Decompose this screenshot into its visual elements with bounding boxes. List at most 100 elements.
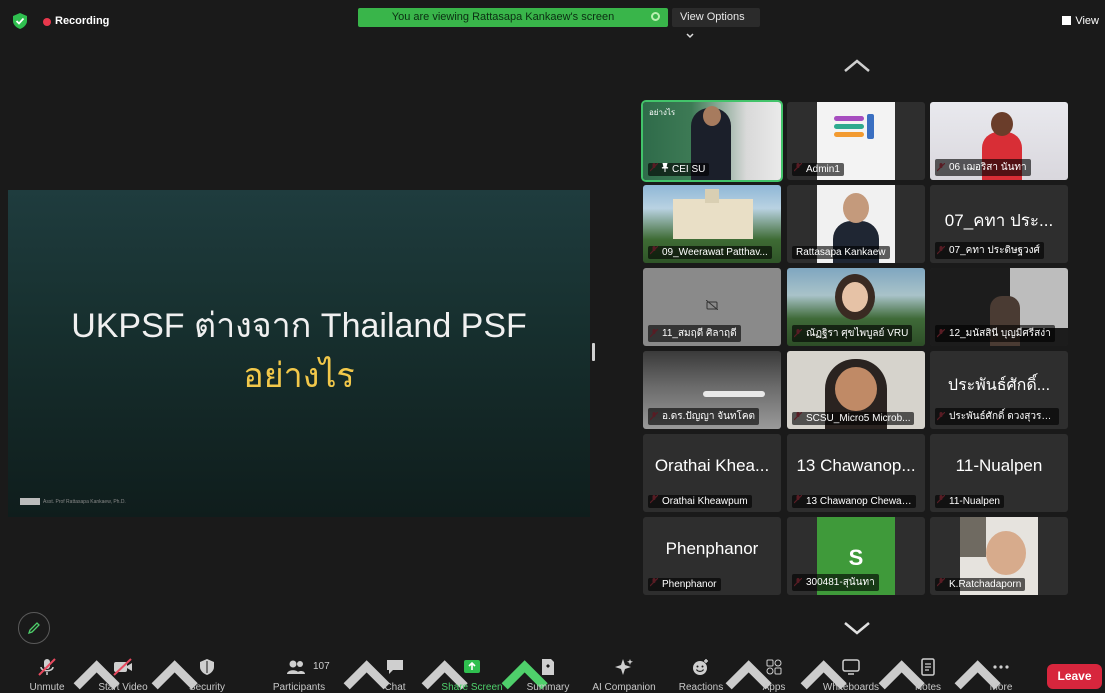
- participant-video: [843, 193, 869, 223]
- participant-tile[interactable]: 09_Weerawat Patthav...: [643, 185, 781, 263]
- leave-button[interactable]: Leave: [1047, 664, 1102, 689]
- shared-screen: UKPSF ต่างจาก Thailand PSF อย่างไร Asst.…: [8, 190, 590, 517]
- participant-display-name: 11-Nualpen: [955, 456, 1043, 475]
- chat-label: Chat: [384, 682, 406, 693]
- avatar-letter: S: [848, 545, 864, 570]
- participant-video: [835, 367, 877, 411]
- pin-icon: [661, 163, 669, 172]
- participant-display-name: 07_คทา ประ...: [944, 211, 1054, 230]
- apps-label: Apps: [762, 682, 786, 693]
- sparkle-icon: [615, 659, 633, 675]
- split-view-resize-handle[interactable]: [592, 343, 595, 361]
- participants-icon: [287, 660, 305, 674]
- shield-icon[interactable]: [13, 13, 27, 29]
- participant-tile[interactable]: K.Ratchadaporn: [930, 517, 1068, 595]
- more-button[interactable]: More: [980, 653, 1022, 693]
- more-icon: [993, 665, 1009, 669]
- video-off-icon: [113, 658, 132, 676]
- participants-label: Participants: [272, 682, 326, 693]
- start-video-button[interactable]: Start Video: [90, 653, 156, 693]
- annotate-button[interactable]: [18, 612, 50, 644]
- security-label: Security: [188, 682, 226, 693]
- participant-tile[interactable]: 11_สมฤดี ศิลาฤดี: [643, 268, 781, 346]
- notes-button[interactable]: Notes: [907, 653, 949, 693]
- participant-name: 11-Nualpen: [935, 495, 1004, 508]
- participant-name: อ.ดร.ปัญญา จันทโคต: [648, 408, 760, 425]
- participant-video: [673, 199, 753, 239]
- gallery-page-up-icon[interactable]: [842, 58, 872, 74]
- participant-tile[interactable]: ประพันธ์ศักดิ์... ประพันธ์ศักดิ์ ดวงสุวร…: [930, 351, 1068, 429]
- participant-video: [703, 391, 765, 397]
- pencil-icon: [27, 622, 40, 635]
- participant-tile[interactable]: 07_คทา ประ... 07_คทา ประดิษฐวงศ์: [930, 185, 1068, 263]
- logo-stripe: [834, 132, 864, 137]
- participant-tile[interactable]: อ.ดร.ปัญญา จันทโคต: [643, 351, 781, 429]
- participant-name: Phenphanor: [648, 578, 721, 591]
- participant-video: [703, 106, 721, 126]
- notes-icon: [921, 658, 935, 676]
- apps-button[interactable]: Apps: [754, 653, 794, 693]
- participant-tile[interactable]: 12_มนัสสินี บุญมีศรีสง่า: [930, 268, 1068, 346]
- summary-button[interactable]: Summary: [520, 653, 576, 693]
- share-screen-icon: [464, 660, 480, 673]
- recording-dot-icon: [43, 18, 51, 26]
- participant-name: 300481-สุนันทา: [792, 574, 879, 591]
- slide-tag: อย่างไร: [649, 108, 676, 117]
- summary-icon: [542, 659, 554, 675]
- security-button[interactable]: Security: [182, 653, 232, 693]
- gallery-page-down-icon[interactable]: [842, 620, 872, 636]
- layout-icon: [1062, 16, 1072, 25]
- participant-name: 06 เฌอริสา นันทา: [935, 159, 1031, 176]
- apps-icon: [766, 659, 782, 675]
- ai-companion-label: AI Companion: [592, 682, 656, 693]
- participant-tile[interactable]: S 300481-สุนันทา: [787, 517, 925, 595]
- participant-tile[interactable]: Rattasapa Kankaew: [787, 185, 925, 263]
- ai-companion-button[interactable]: AI Companion: [588, 653, 660, 693]
- view-options-label: View Options: [680, 11, 745, 23]
- participant-name: K.Ratchadaporn: [935, 578, 1026, 591]
- chat-button[interactable]: Chat: [373, 653, 417, 693]
- participant-tile[interactable]: อย่างไร CEI SU: [641, 100, 783, 182]
- participant-name: ณัฏฐิรา ศุขไพบูลย์ VRU: [792, 325, 913, 342]
- participant-video: [705, 189, 719, 203]
- view-label: View: [1075, 15, 1099, 27]
- view-options-button[interactable]: View Options: [672, 8, 760, 39]
- participant-tile[interactable]: Orathai Khea... Orathai Kheawpum: [643, 434, 781, 512]
- participant-tile[interactable]: ณัฏฐิรา ศุขไพบูลย์ VRU: [787, 268, 925, 346]
- logo-stripe: [834, 124, 864, 129]
- participant-name: Orathai Kheawpum: [648, 495, 752, 508]
- slide-subtitle: อย่างไร: [243, 357, 355, 395]
- participant-name: Admin1: [792, 163, 844, 176]
- muted-microphone-icon: [38, 658, 56, 676]
- participant-name: Rattasapa Kankaew: [792, 246, 890, 259]
- unmute-label: Unmute: [29, 682, 65, 693]
- participant-tile[interactable]: SCSU_Micro5 Microb...: [787, 351, 925, 429]
- start-video-label: Start Video: [98, 682, 148, 693]
- participant-tile[interactable]: 13 Chawanop... 13 Chawanop Chewar...: [787, 434, 925, 512]
- participant-video: [960, 517, 986, 557]
- shield-icon: [200, 659, 214, 675]
- participant-video: [842, 282, 868, 312]
- chevron-down-icon: [686, 33, 694, 39]
- emoji-icon: [693, 659, 708, 675]
- meeting-top-bar: Recording You are viewing Rattasapa Kank…: [0, 0, 1105, 40]
- whiteboard-icon: [842, 659, 860, 675]
- notes-label: Notes: [914, 682, 942, 693]
- participant-tile[interactable]: 11-Nualpen 11-Nualpen: [930, 434, 1068, 512]
- participant-tile[interactable]: Phenphanor Phenphanor: [643, 517, 781, 595]
- participant-name: 09_Weerawat Patthav...: [648, 246, 772, 259]
- participant-name: ประพันธ์ศักดิ์ ดวงสุวรรณ: [935, 408, 1059, 425]
- participant-name: 11_สมฤดี ศิลาฤดี: [648, 325, 741, 342]
- participants-button[interactable]: 107 Participants: [264, 653, 334, 693]
- view-button[interactable]: View: [1062, 15, 1099, 27]
- recording-label[interactable]: Recording: [55, 15, 109, 27]
- unmute-button[interactable]: Unmute: [22, 653, 72, 693]
- share-screen-label: Share Screen: [441, 682, 503, 693]
- participant-name: CEI SU: [648, 163, 710, 176]
- participant-video: [991, 112, 1013, 136]
- share-screen-button[interactable]: Share Screen: [437, 653, 507, 693]
- participant-tile[interactable]: Admin1: [787, 102, 925, 180]
- participant-video: [986, 531, 1026, 575]
- more-label: More: [989, 682, 1013, 693]
- participant-tile[interactable]: 06 เฌอริสา นันทา: [930, 102, 1068, 180]
